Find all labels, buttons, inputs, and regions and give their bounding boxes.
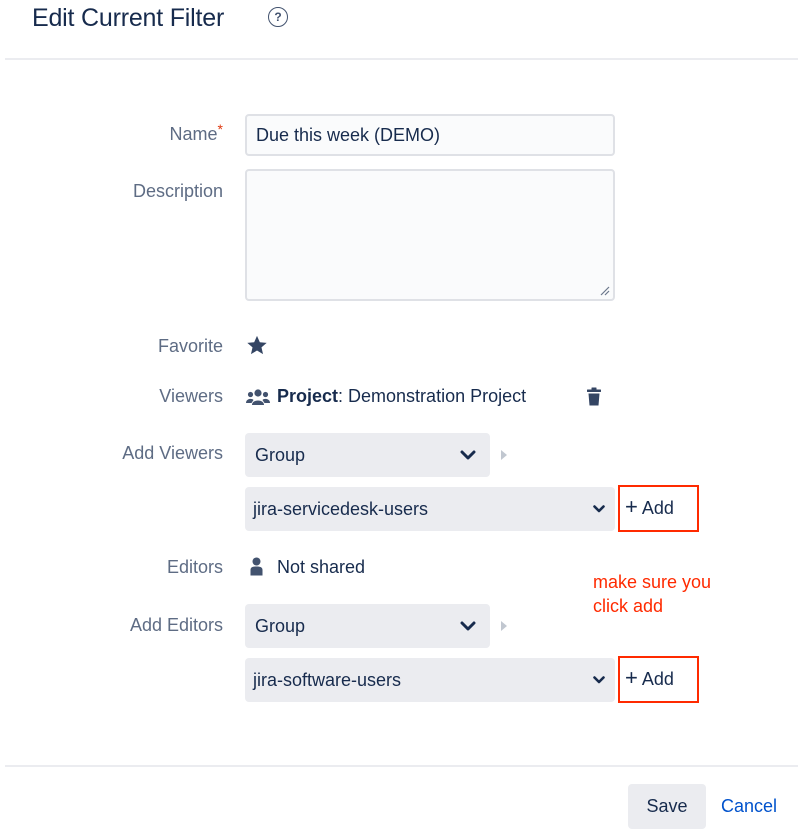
add-editors-button[interactable]: + Add [625, 656, 674, 700]
editors-type-value: Group [255, 616, 306, 636]
star-icon[interactable] [246, 335, 268, 356]
viewers-group-value: jira-servicedesk-users [253, 499, 429, 519]
editors-group-select[interactable]: jira-software-users [245, 658, 615, 702]
caret-right-icon [501, 450, 507, 460]
viewers-type-value: Group [255, 445, 306, 465]
plus-icon: + [625, 494, 638, 519]
favorite-label: Favorite [157, 336, 223, 356]
chevron-down-icon [593, 505, 605, 513]
editors-value: Not shared [277, 557, 366, 577]
header-divider [5, 58, 798, 60]
viewers-label: Viewers [159, 386, 223, 406]
annotation-note: make sure you click add [593, 572, 712, 616]
viewers-scope-name: : Demonstration Project [338, 386, 527, 406]
viewers-scope: Project: Demonstration Project [277, 386, 526, 407]
add-viewers-label: Add Viewers [122, 443, 223, 463]
editors-label: Editors [166, 557, 223, 577]
chevron-down-icon [460, 450, 476, 460]
viewers-type-select[interactable]: Group [245, 433, 490, 477]
required-marker: * [217, 121, 223, 137]
plus-icon: + [625, 665, 638, 690]
resize-handle-icon[interactable] [600, 286, 610, 296]
editors-group-value: jira-software-users [253, 670, 402, 690]
trash-icon[interactable] [586, 387, 602, 406]
cancel-link[interactable]: Cancel [721, 784, 777, 829]
footer-divider [5, 765, 798, 767]
users-icon [246, 389, 270, 405]
description-label: Description [132, 181, 223, 201]
editors-type-select[interactable]: Group [245, 604, 490, 648]
save-button[interactable]: Save [628, 784, 706, 829]
viewers-scope-type: Project [277, 386, 339, 406]
add-viewers-button[interactable]: + Add [625, 485, 674, 529]
add-editors-label: Add Editors [129, 615, 223, 635]
help-circle-icon[interactable]: ? [268, 7, 288, 27]
description-textarea[interactable] [245, 169, 615, 301]
name-input[interactable]: Due this week (DEMO) [245, 114, 615, 156]
viewers-group-select[interactable]: jira-servicedesk-users [245, 487, 615, 531]
chevron-down-icon [593, 676, 605, 684]
name-label: Name* [169, 121, 223, 144]
page-title: Edit Current Filter [32, 4, 225, 32]
user-icon [250, 557, 263, 576]
caret-right-icon [501, 621, 507, 631]
chevron-down-icon [460, 621, 476, 631]
